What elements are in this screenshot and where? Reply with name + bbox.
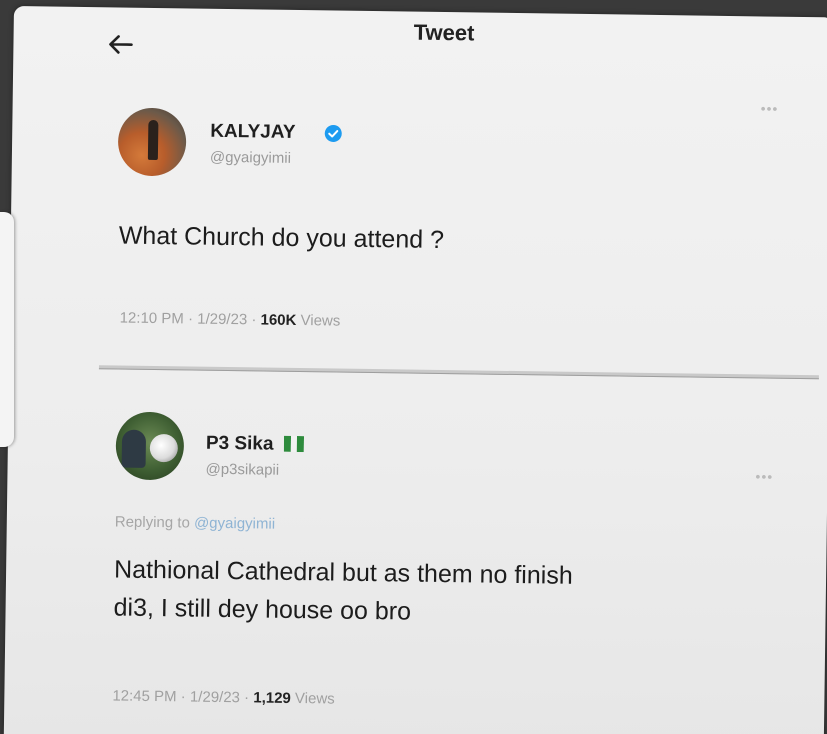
tweet-timestamp: 12:10 PM · 1/29/23 · xyxy=(119,309,261,329)
views-count: 160K xyxy=(260,311,297,329)
avatar[interactable] xyxy=(117,107,187,177)
author-name[interactable]: KALYJAY xyxy=(210,121,295,144)
back-arrow-icon[interactable] xyxy=(105,29,135,59)
reply-meta: 12:45 PM · 1/29/23 · 1,129 Views xyxy=(112,687,335,707)
photo-frame: Tweet KALYJAY @gyaigyimii ••• What Churc… xyxy=(0,0,827,734)
reply-views-count: 1,129 xyxy=(253,689,291,707)
side-panel-tab[interactable] xyxy=(0,212,14,447)
tweet-meta: 12:10 PM · 1/29/23 · 160K Views xyxy=(120,310,341,330)
reply-views-label: Views xyxy=(290,689,335,708)
flag-icon xyxy=(283,435,305,453)
tweet-text: What Church do you attend ? xyxy=(118,221,445,255)
author-handle[interactable]: @gyaigyimii xyxy=(210,149,291,167)
views-label: Views xyxy=(296,311,341,330)
replying-to: Replying to @gyaigyimii xyxy=(115,513,276,532)
avatar[interactable] xyxy=(115,411,185,481)
more-options-icon[interactable]: ••• xyxy=(755,468,773,484)
reply-author-handle[interactable]: @p3sikapii xyxy=(205,461,279,479)
verified-badge-icon xyxy=(324,124,342,142)
page-title: Tweet xyxy=(413,19,475,46)
reply-timestamp: 12:45 PM · 1/29/23 · xyxy=(112,687,254,707)
replying-to-label: Replying to xyxy=(114,513,195,532)
reply-text-line-2: di3, I still dey house oo bro xyxy=(113,593,412,626)
more-options-icon[interactable]: ••• xyxy=(761,100,779,116)
avatar-figure xyxy=(121,429,147,468)
divider xyxy=(98,365,819,380)
reply-author-name[interactable]: P3 Sika xyxy=(206,433,274,456)
reply-text-line-1: Nathional Cathedral but as them no finis… xyxy=(113,555,573,590)
avatar-figure xyxy=(147,119,159,161)
top-bar: Tweet xyxy=(13,6,827,83)
replying-to-mention[interactable]: @gyaigyimii xyxy=(194,515,275,533)
avatar-ball xyxy=(149,433,179,463)
phone-screen: Tweet KALYJAY @gyaigyimii ••• What Churc… xyxy=(3,6,827,734)
